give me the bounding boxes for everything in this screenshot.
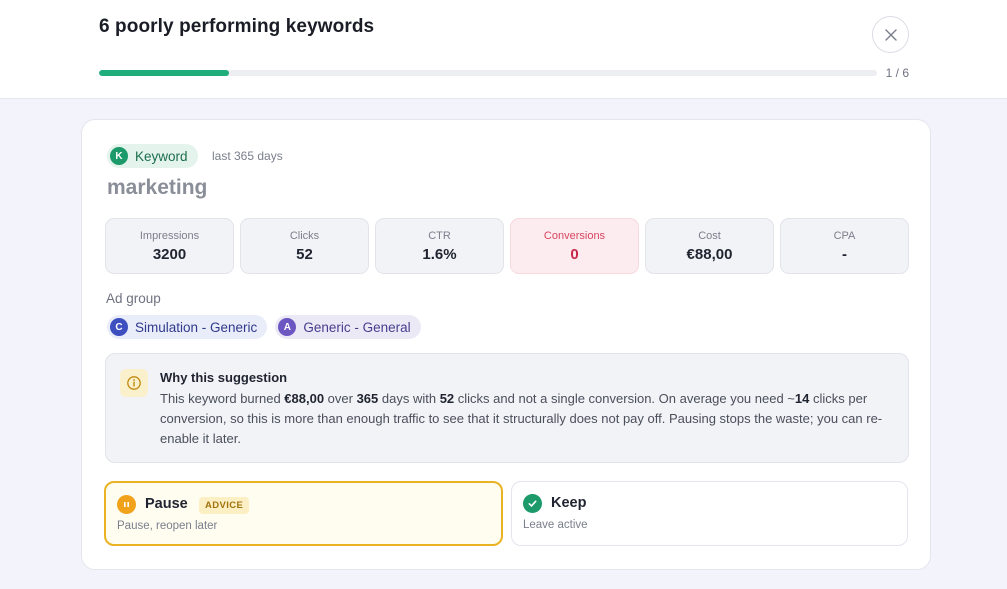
metric-label: Cost — [698, 229, 721, 242]
ad-group-chip[interactable]: A Generic - General — [275, 315, 421, 339]
close-button[interactable] — [872, 16, 909, 53]
metric-cost: Cost €88,00 — [645, 218, 774, 274]
pause-icon — [117, 495, 136, 514]
ad-group-letter-icon: C — [110, 318, 128, 336]
check-icon — [523, 494, 542, 513]
metric-cpa: CPA - — [780, 218, 909, 274]
metric-label: CPA — [833, 229, 856, 242]
header: 6 poorly performing keywords 1 / 6 — [0, 0, 1007, 99]
keyword-card: K Keyword last 365 days marketing Impres… — [81, 119, 931, 570]
pause-option-subtitle: Pause, reopen later — [117, 520, 218, 532]
metric-label: CTR — [428, 229, 451, 242]
period-label: last 365 days — [212, 149, 283, 163]
metric-value: 1.6% — [422, 245, 457, 263]
suggestion-box: Why this suggestion This keyword burned … — [105, 353, 909, 463]
ad-group-chip[interactable]: C Simulation - Generic — [107, 315, 268, 339]
progress-bar — [99, 70, 877, 76]
keyword-type-label: Keyword — [135, 148, 188, 164]
pause-option[interactable]: Pause ADVICE Pause, reopen later — [104, 481, 503, 546]
page-title: 6 poorly performing keywords — [99, 16, 375, 37]
metric-value: 3200 — [152, 245, 187, 263]
pause-option-title: Pause — [145, 496, 188, 512]
metric-label: Conversions — [543, 229, 606, 242]
metric-label: Clicks — [289, 229, 320, 242]
metric-label: Impressions — [139, 229, 200, 242]
progress-fill — [99, 70, 229, 76]
metric-impressions: Impressions 3200 — [105, 218, 234, 274]
metrics-row: Impressions 3200 Clicks 52 CTR 1.6% Conv… — [105, 218, 909, 274]
keyword-type-badge: K Keyword — [107, 144, 198, 168]
info-icon — [120, 369, 148, 397]
ad-group-name: Generic - General — [303, 319, 411, 335]
metric-clicks: Clicks 52 — [240, 218, 369, 274]
keyword-letter-icon: K — [110, 147, 128, 165]
close-icon — [884, 28, 897, 41]
metric-value: - — [842, 245, 847, 263]
progress-label: 1 / 6 — [885, 66, 909, 80]
metric-value: 52 — [296, 245, 313, 263]
suggestion-title: Why this suggestion — [160, 370, 288, 385]
metric-ctr: CTR 1.6% — [375, 218, 504, 274]
keep-option-title: Keep — [551, 495, 587, 511]
suggestion-body: This keyword burned €88,00 over 365 days… — [160, 391, 883, 446]
metric-value: 0 — [570, 245, 579, 263]
ad-group-name: Simulation - Generic — [135, 319, 258, 335]
metric-value: €88,00 — [686, 245, 733, 263]
keep-option[interactable]: Keep Leave active — [511, 481, 908, 546]
keyword-text: marketing — [107, 176, 208, 199]
metric-conversions: Conversions 0 — [510, 218, 639, 274]
ad-group-letter-icon: A — [278, 318, 297, 336]
ad-group-chips: C Simulation - Generic A Generic - Gener… — [107, 315, 421, 339]
advice-badge: ADVICE — [199, 497, 250, 514]
keep-option-subtitle: Leave active — [523, 519, 588, 531]
ad-group-label: Ad group — [106, 291, 161, 306]
